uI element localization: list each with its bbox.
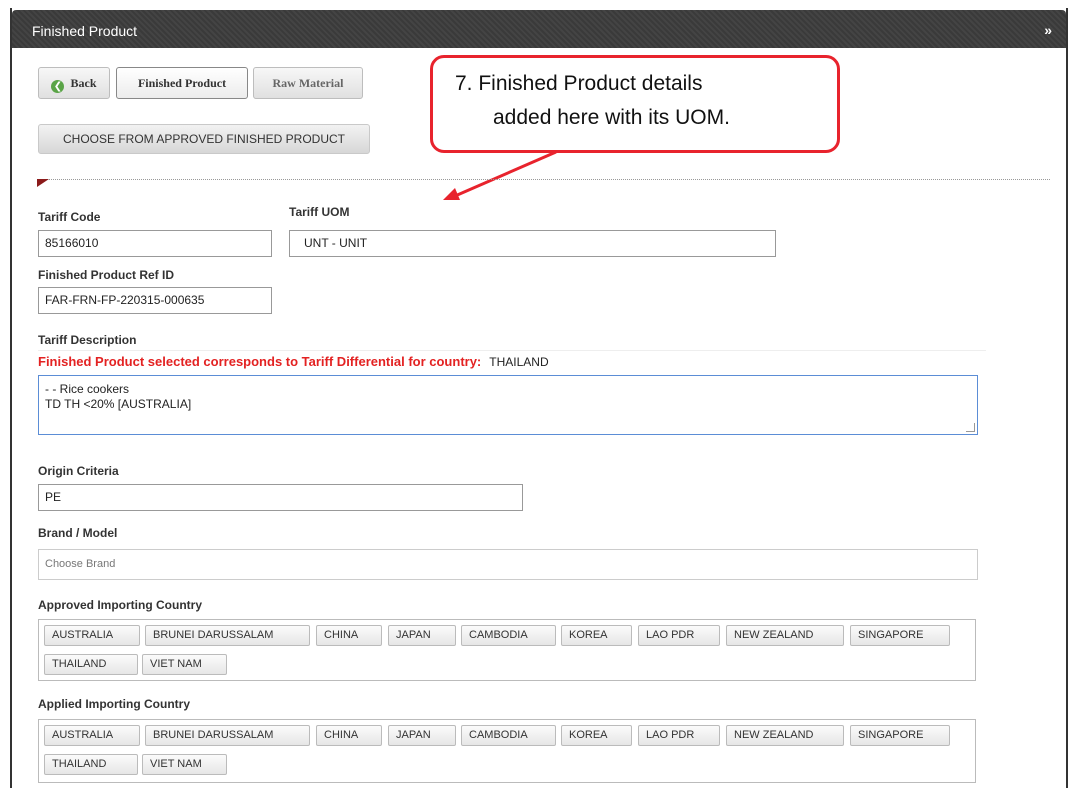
origin-criteria-value: PE bbox=[45, 490, 62, 504]
note-divider bbox=[38, 350, 986, 351]
resize-handle-icon[interactable] bbox=[966, 423, 975, 432]
brand-model-label: Brand / Model bbox=[38, 526, 118, 540]
tariff-differential-note: Finished Product selected corresponds to… bbox=[38, 354, 549, 369]
applied-country-chip[interactable]: LAO PDR bbox=[638, 725, 720, 746]
tariff-code-field[interactable]: 85166010 bbox=[38, 230, 272, 257]
origin-criteria-field[interactable]: PE bbox=[38, 484, 523, 511]
approved-country-chip[interactable]: SINGAPORE bbox=[850, 625, 950, 646]
tariff-uom-field[interactable]: UNT - UNIT bbox=[289, 230, 776, 257]
brand-model-placeholder: Choose Brand bbox=[45, 558, 116, 570]
ref-id-field[interactable]: FAR-FRN-FP-220315-000635 bbox=[38, 287, 272, 314]
applied-country-chip[interactable]: CAMBODIA bbox=[461, 725, 556, 746]
applied-country-chip[interactable]: CHINA bbox=[316, 725, 382, 746]
applied-country-chip[interactable]: THAILAND bbox=[44, 754, 138, 775]
approved-country-chip[interactable]: KOREA bbox=[561, 625, 632, 646]
approved-country-chip[interactable]: LAO PDR bbox=[638, 625, 720, 646]
approved-country-chip[interactable]: AUSTRALIA bbox=[44, 625, 140, 646]
tariff-description-label: Tariff Description bbox=[38, 333, 137, 347]
ref-id-label: Finished Product Ref ID bbox=[38, 268, 175, 282]
origin-criteria-label: Origin Criteria bbox=[38, 464, 119, 478]
tariff-code-value: 85166010 bbox=[45, 236, 99, 250]
applied-country-chip[interactable]: VIET NAM bbox=[142, 754, 227, 775]
ref-id-value: FAR-FRN-FP-220315-000635 bbox=[45, 293, 205, 307]
tariff-code-label: Tariff Code bbox=[38, 210, 101, 224]
applied-country-chip[interactable]: JAPAN bbox=[388, 725, 456, 746]
applied-country-chip[interactable]: BRUNEI DARUSSALAM bbox=[145, 725, 310, 746]
tariff-differential-country: THAILAND bbox=[489, 355, 549, 369]
tariff-differential-text: Finished Product selected corresponds to… bbox=[38, 354, 482, 369]
approved-country-chip[interactable]: NEW ZEALAND bbox=[726, 625, 844, 646]
tariff-description-line-1: - - Rice cookers bbox=[45, 382, 130, 396]
approved-country-chip[interactable]: VIET NAM bbox=[142, 654, 227, 675]
tariff-uom-label: Tariff UOM bbox=[289, 205, 350, 219]
approved-importing-label: Approved Importing Country bbox=[38, 598, 202, 612]
approved-country-chip[interactable]: CHINA bbox=[316, 625, 382, 646]
applied-country-chip[interactable]: SINGAPORE bbox=[850, 725, 950, 746]
tariff-description-line-2: TD TH <20% [AUSTRALIA] bbox=[45, 397, 192, 411]
approved-country-chip[interactable]: BRUNEI DARUSSALAM bbox=[145, 625, 310, 646]
section-marker bbox=[37, 179, 49, 187]
brand-model-select[interactable]: Choose Brand bbox=[38, 549, 978, 580]
applied-country-chip[interactable]: KOREA bbox=[561, 725, 632, 746]
applied-country-chip[interactable]: NEW ZEALAND bbox=[726, 725, 844, 746]
approved-country-chip[interactable]: CAMBODIA bbox=[461, 625, 556, 646]
applied-importing-label: Applied Importing Country bbox=[38, 697, 190, 711]
tariff-uom-value: UNT - UNIT bbox=[304, 236, 368, 250]
applied-country-chip[interactable]: AUSTRALIA bbox=[44, 725, 140, 746]
section-divider bbox=[38, 179, 1050, 180]
tariff-description-textarea[interactable]: - - Rice cookers TD TH <20% [AUSTRALIA] bbox=[38, 375, 978, 435]
approved-country-chip[interactable]: THAILAND bbox=[44, 654, 138, 675]
approved-country-chip[interactable]: JAPAN bbox=[388, 625, 456, 646]
